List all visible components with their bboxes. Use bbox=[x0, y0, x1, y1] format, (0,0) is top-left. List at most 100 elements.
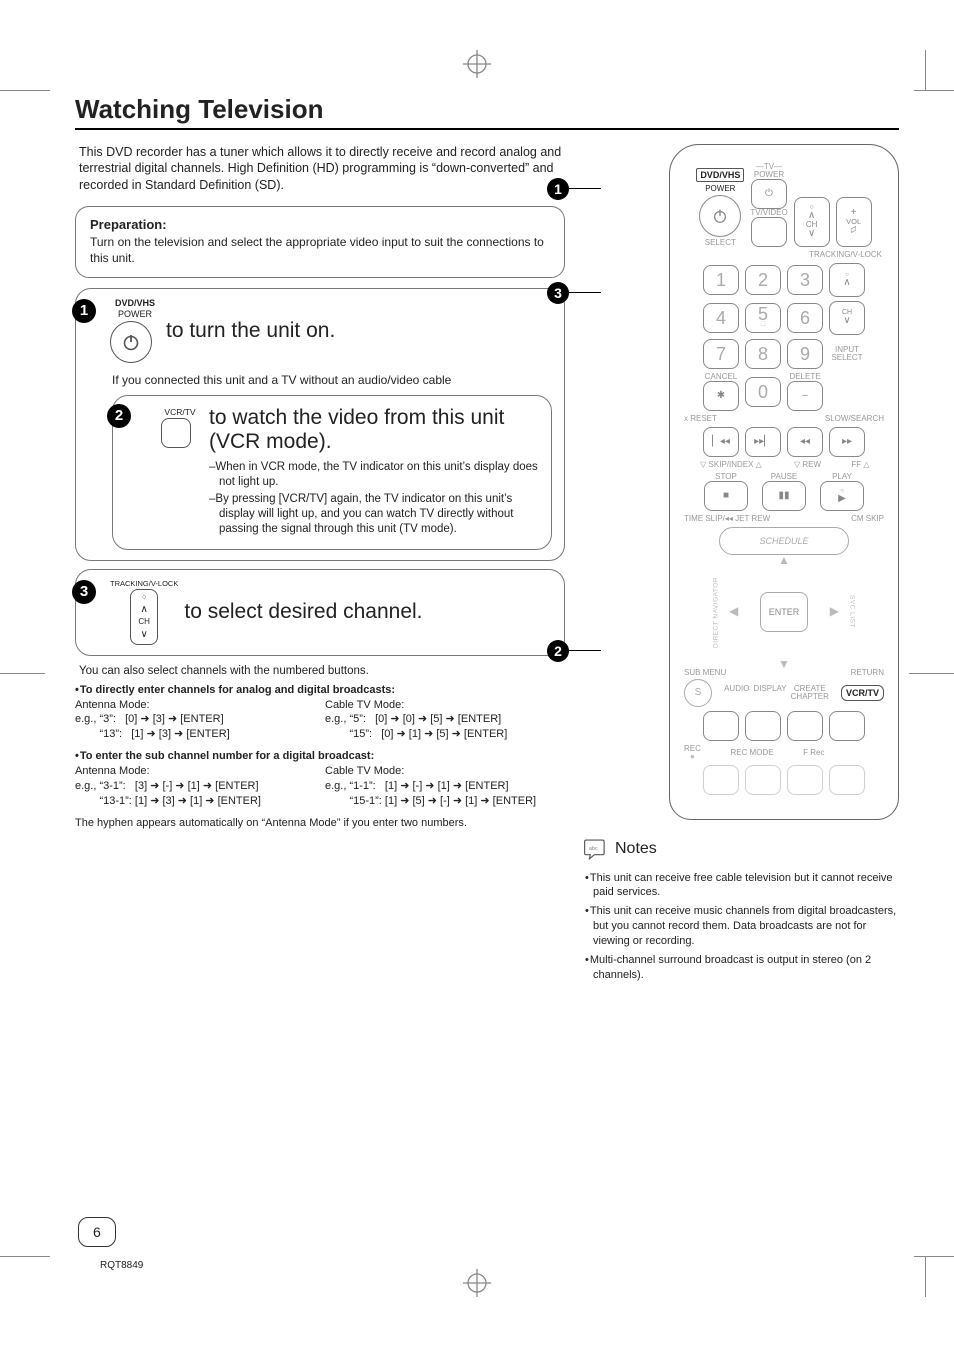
step-2-sub2: –By pressing [VCR/TV] again, the TV indi… bbox=[209, 492, 539, 537]
antenna-mode-title: Antenna Mode: bbox=[75, 698, 315, 713]
vcrtv-button-icon bbox=[161, 418, 191, 448]
step-1-badge: 1 bbox=[72, 299, 96, 323]
remote-num-4: 4 bbox=[703, 303, 739, 333]
remote-num-1: 1 bbox=[703, 265, 739, 295]
remote-direct-navigator-label: DIRECT NAVIGATOR bbox=[707, 571, 725, 653]
remote-num-5: 5□ bbox=[745, 303, 781, 333]
cable-sub-example-2: “15-1”: [1] ➜ [5] ➜ [-] ➜ [1] ➜ [ENTER] bbox=[325, 794, 565, 809]
cable-mode-title-2: Cable TV Mode: bbox=[325, 764, 565, 779]
antenna-sub-example-1: e.g., “3-1”: [3] ➜ [-] ➜ [1] ➜ [ENTER] bbox=[75, 779, 315, 794]
cable-note: If you connected this unit and a TV with… bbox=[112, 373, 552, 387]
remote-num-3: 3 bbox=[787, 265, 823, 295]
notes-heading: Notes bbox=[615, 840, 657, 858]
crop-mark bbox=[914, 90, 954, 91]
step-2-badge: 2 bbox=[107, 404, 131, 428]
antenna-example-1: e.g., “3”: [0] ➜ [3] ➜ [ENTER] bbox=[75, 712, 315, 727]
remote-chapter-label: CHAPTER bbox=[791, 692, 829, 701]
remote-vol-rocker: + VOL ▱ bbox=[836, 197, 872, 247]
remote-schedule-pill: SCHEDULE bbox=[719, 527, 849, 555]
remote-skip-fwd-button: ▸▸▏ bbox=[745, 427, 781, 457]
channel-direct-heading: To directly enter channels for analog an… bbox=[75, 684, 395, 696]
remote-frec-label: F Rec bbox=[803, 749, 824, 757]
cable-sub-example-1: e.g., “1-1”: [1] ➜ [-] ➜ [1] ➜ [ENTER] bbox=[325, 779, 565, 794]
remote-num-6: 6 bbox=[787, 303, 823, 333]
remote-reset-label: x RESET bbox=[684, 415, 717, 423]
remote-skip-back-button: ▏◂◂ bbox=[703, 427, 739, 457]
remote-delete-button: – bbox=[787, 381, 823, 411]
crop-mark bbox=[0, 1256, 50, 1257]
intro-text: This DVD recorder has a tuner which allo… bbox=[75, 144, 565, 195]
remote-aux-1 bbox=[703, 711, 739, 741]
antenna-example-2: “13”: [1] ➜ [3] ➜ [ENTER] bbox=[75, 727, 315, 742]
step-1-text: to turn the unit on. bbox=[166, 319, 335, 343]
remote-play-label: PLAY bbox=[820, 473, 864, 481]
step-2-text-line2: (VCR mode). bbox=[209, 430, 539, 454]
remote-ch-rocker-2: ○∧ bbox=[829, 263, 865, 297]
remote-ff-button: ▸▸ bbox=[829, 427, 865, 457]
doc-code: RQT8849 bbox=[100, 1260, 143, 1271]
remote-display-label: DISPLAY bbox=[753, 685, 786, 693]
power-label-power: POWER bbox=[118, 310, 152, 319]
remote-cmskip-label: CM SKIP bbox=[851, 515, 884, 523]
remote-num-8: 8 bbox=[745, 339, 781, 369]
remote-tvvideo-button bbox=[751, 217, 787, 247]
remote-ch-rocker-2b: CH∨ bbox=[829, 301, 865, 335]
remote-audio-label: AUDIO bbox=[724, 685, 749, 693]
remote-recmode-label: REC MODE bbox=[730, 749, 773, 757]
remote-stop-button: ■ bbox=[704, 481, 748, 511]
remote-ch-rocker: ○∧ CH ∨ bbox=[794, 197, 830, 247]
step-3-badge: 3 bbox=[72, 580, 96, 604]
remote-tracking-label: TRACKING/V-LOCK bbox=[684, 251, 882, 259]
remote-delete-label: DELETE bbox=[789, 373, 820, 381]
remote-cancel-button: ✱ bbox=[703, 381, 739, 411]
preparation-panel: Preparation: Turn on the television and … bbox=[75, 206, 565, 277]
remote-return-label: RETURN bbox=[851, 669, 884, 677]
crop-mark bbox=[0, 673, 45, 674]
remote-bottom-4 bbox=[829, 765, 865, 795]
preparation-body: Turn on the television and select the ap… bbox=[90, 234, 550, 266]
step-3-text: to select desired channel. bbox=[184, 600, 422, 624]
tracking-label: TRACKING/V-LOCK bbox=[110, 580, 178, 588]
remote-stop-label: STOP bbox=[704, 473, 748, 481]
callout-3: 3 bbox=[547, 282, 601, 304]
crop-mark bbox=[925, 50, 926, 90]
callout-1: 1 bbox=[547, 178, 601, 200]
registration-mark-bottom bbox=[463, 1269, 491, 1297]
antenna-sub-example-2: “13-1”: [1] ➜ [3] ➜ [1] ➜ [ENTER] bbox=[75, 794, 315, 809]
remote-power-label: POWER bbox=[705, 184, 735, 193]
remote-slow-label: SLOW/SEARCH bbox=[825, 415, 884, 423]
crop-mark bbox=[925, 1257, 926, 1297]
remote-tv-power-label: POWER bbox=[754, 171, 784, 179]
remote-vcrtv-button: VCR/TV bbox=[841, 685, 884, 701]
ch-label: CH bbox=[138, 618, 150, 626]
cable-example-2: “15”: [0] ➜ [1] ➜ [5] ➜ [ENTER] bbox=[325, 727, 565, 742]
remote-submenu-button: S bbox=[684, 679, 712, 707]
remote-aux-2 bbox=[745, 711, 781, 741]
remote-submenu-label: SUB MENU bbox=[684, 669, 726, 677]
note-2: This unit can receive music channels fro… bbox=[585, 904, 899, 949]
remote-input-select-label: INPUT SELECT bbox=[829, 346, 865, 362]
step-2-sub1: –When in VCR mode, the TV indicator on t… bbox=[209, 460, 539, 490]
channel-entry-intro: You can also select channels with the nu… bbox=[75, 664, 565, 680]
remote-bottom-3 bbox=[787, 765, 823, 795]
notes-heading-row: abc Notes bbox=[583, 838, 899, 860]
note-3: Multi-channel surround broadcast is outp… bbox=[585, 953, 899, 983]
remote-illustration: DVD/VHS POWER SELECT —TV— POWER ⏻ TV/VID… bbox=[669, 144, 899, 820]
remote-num-0: 0 bbox=[745, 377, 781, 407]
page-number: 6 bbox=[78, 1217, 116, 1247]
crop-mark bbox=[914, 1256, 954, 1257]
remote-play-button: ○▶ bbox=[820, 481, 864, 511]
remote-tv-power-button: ⏻ bbox=[751, 179, 787, 209]
cable-example-1: e.g., “5”: [0] ➜ [0] ➜ [5] ➜ [ENTER] bbox=[325, 712, 565, 727]
channel-rocker-icon: ○ ∧ CH ∨ bbox=[130, 589, 158, 645]
remote-aux-4 bbox=[829, 711, 865, 741]
registration-mark-top bbox=[463, 50, 491, 78]
callout-2: 2 bbox=[547, 640, 601, 662]
remote-bottom-1 bbox=[703, 765, 739, 795]
notes-icon: abc bbox=[583, 838, 609, 860]
antenna-mode-title-2: Antenna Mode: bbox=[75, 764, 315, 779]
remote-svc-list-label: SVC LIST bbox=[843, 571, 861, 653]
remote-timeslip-label: TIME SLIP/◂◂ JET REW bbox=[684, 515, 770, 523]
note-1: This unit can receive free cable televis… bbox=[585, 871, 899, 901]
crop-mark bbox=[909, 673, 954, 674]
